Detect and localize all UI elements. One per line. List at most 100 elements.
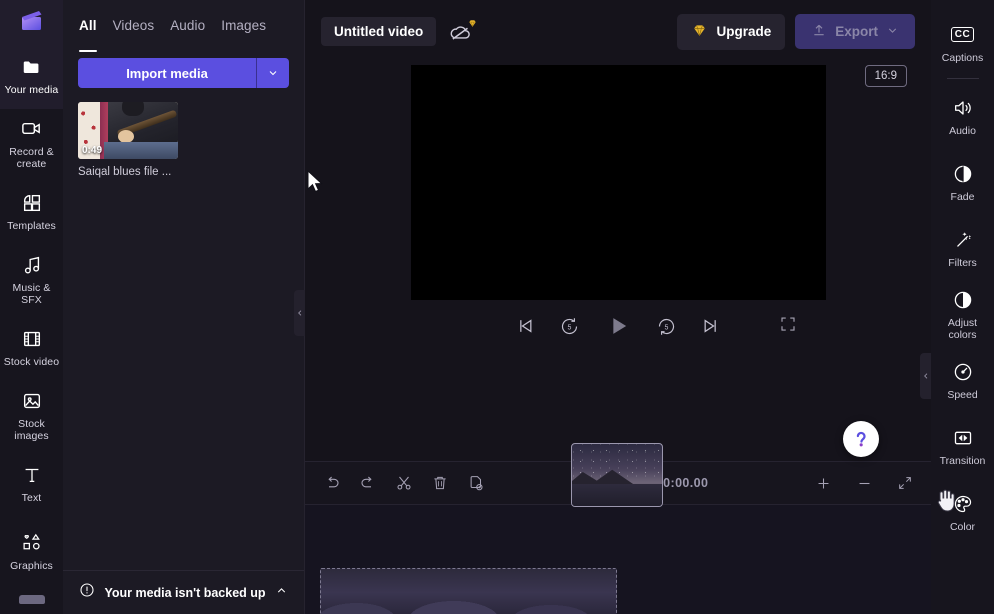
editor-center: Untitled video Upgrade Export 16:9 5 5 0… [305, 0, 955, 614]
undo-button[interactable] [323, 474, 341, 492]
magic-wand-icon [951, 228, 975, 252]
tab-audio[interactable]: Audio [170, 18, 205, 52]
gem-icon [467, 16, 478, 34]
split-button[interactable] [395, 474, 413, 492]
media-thumbnail[interactable]: 0:49 [78, 102, 178, 159]
clapperboard-logo-icon [21, 10, 41, 30]
chevron-up-icon[interactable] [275, 584, 288, 602]
sidebar-label: Text [21, 491, 42, 504]
rewind-5-icon: 5 [561, 317, 578, 334]
media-duration-badge: 0:49 [82, 145, 103, 156]
delete-button[interactable] [431, 474, 449, 492]
tool-label: Adjust colors [947, 316, 978, 341]
sidebar-item-stock-images[interactable]: Stock images [0, 381, 63, 449]
skip-to-start-button[interactable] [515, 316, 535, 336]
tool-captions[interactable]: CC Captions [931, 10, 994, 76]
chevron-down-icon [886, 24, 899, 40]
tool-label: Captions [941, 51, 984, 64]
zoom-out-button[interactable] [856, 475, 873, 492]
collapse-media-panel-button[interactable] [294, 290, 305, 336]
timeline-drop-placeholder[interactable] [320, 568, 617, 614]
import-media-button[interactable]: Import media [78, 58, 257, 88]
import-media-group: Import media [78, 58, 289, 88]
dragged-media-ghost[interactable] [571, 443, 663, 507]
speedometer-icon [951, 360, 975, 384]
rewind-5s-button[interactable]: 5 [559, 316, 580, 337]
help-button[interactable] [843, 421, 879, 457]
tool-audio[interactable]: Audio [931, 83, 994, 149]
templates-grid-icon [20, 191, 44, 215]
plus-icon [818, 478, 829, 488]
properties-rail: CC Captions Audio Fade Filters Adjust co… [931, 0, 994, 614]
timeline-zoom-controls [815, 475, 913, 492]
sidebar-item-music-sfx[interactable]: Music & SFX [0, 245, 63, 313]
upgrade-button[interactable]: Upgrade [677, 13, 786, 50]
tool-label: Speed [947, 388, 978, 401]
fit-to-screen-button[interactable] [897, 475, 913, 491]
fullscreen-icon [781, 316, 795, 331]
play-icon [613, 318, 627, 334]
chevron-down-icon [269, 71, 277, 76]
tool-label: Audio [949, 124, 976, 137]
aspect-ratio-button[interactable]: 16:9 [864, 65, 907, 87]
shapes-icon [20, 531, 44, 555]
collapse-properties-panel-button[interactable] [920, 353, 931, 399]
cloud-backup-status-button[interactable] [446, 17, 476, 47]
video-preview-canvas[interactable] [410, 65, 826, 300]
project-title[interactable]: Untitled video [321, 17, 437, 46]
sidebar-item-record-create[interactable]: Record & create [0, 109, 63, 177]
app-logo[interactable] [0, 0, 63, 42]
backup-notice-text: Your media isn't backed up [104, 585, 266, 600]
cc-icon: CC [950, 23, 975, 47]
tool-adjust-colors[interactable]: Adjust colors [931, 281, 994, 347]
sidebar-item-your-media[interactable]: Your media [0, 41, 63, 110]
tab-videos[interactable]: Videos [113, 18, 155, 52]
sidebar-item-text[interactable]: Text [0, 449, 63, 517]
chevron-left-icon [923, 373, 927, 379]
scissors-icon [397, 476, 411, 490]
sidebar-label: Graphics [10, 559, 53, 572]
export-label: Export [835, 24, 878, 39]
media-backup-notice[interactable]: Your media isn't backed up [63, 570, 304, 614]
mouse-arrow-cursor [307, 170, 323, 193]
import-media-dropdown-button[interactable] [257, 58, 289, 88]
zoom-in-button[interactable] [815, 475, 832, 492]
gem-icon [691, 22, 708, 42]
timeline-area[interactable]: Drag & drop media here [305, 505, 931, 614]
export-button[interactable]: Export [795, 14, 915, 49]
tool-transition[interactable]: Transition [931, 413, 994, 479]
tool-speed[interactable]: Speed [931, 347, 994, 413]
redo-button[interactable] [359, 474, 377, 492]
ghost-water [572, 484, 662, 506]
music-note-icon [20, 253, 44, 277]
film-strip-icon [20, 327, 44, 351]
sidebar-label: Stock images [14, 417, 49, 442]
left-icon-rail: Your media Record & create Templates Mus… [0, 0, 63, 614]
undo-arrow-icon [328, 476, 339, 488]
top-bar: Untitled video Upgrade Export [305, 0, 931, 63]
skip-forward-icon [704, 319, 716, 333]
sidebar-item-templates[interactable]: Templates [0, 177, 63, 245]
tool-fade[interactable]: Fade [931, 149, 994, 215]
speaker-icon [951, 96, 975, 120]
media-item[interactable]: 0:49 Saiqal blues file ... [78, 102, 178, 178]
placeholder-art [321, 593, 616, 614]
tab-all[interactable]: All [79, 18, 97, 52]
skip-to-end-button[interactable] [701, 316, 721, 336]
sidebar-item-stock-video[interactable]: Stock video [0, 313, 63, 381]
tool-label: Filters [948, 256, 977, 269]
forward-5-icon: 5 [658, 318, 675, 335]
tool-filters[interactable]: Filters [931, 215, 994, 281]
sidebar-label: Stock video [3, 355, 60, 368]
sidebar-item-brand-kit[interactable] [0, 585, 63, 614]
fade-circle-icon [951, 162, 975, 186]
sidebar-label: Music & SFX [12, 281, 51, 306]
duplicate-button[interactable] [467, 474, 485, 492]
transition-icon [951, 426, 975, 450]
redo-arrow-icon [361, 476, 372, 488]
forward-5s-button[interactable]: 5 [656, 316, 677, 337]
play-button[interactable] [604, 312, 632, 340]
sidebar-item-graphics[interactable]: Graphics [0, 517, 63, 585]
tab-images[interactable]: Images [221, 18, 266, 52]
fullscreen-button[interactable] [779, 315, 797, 338]
